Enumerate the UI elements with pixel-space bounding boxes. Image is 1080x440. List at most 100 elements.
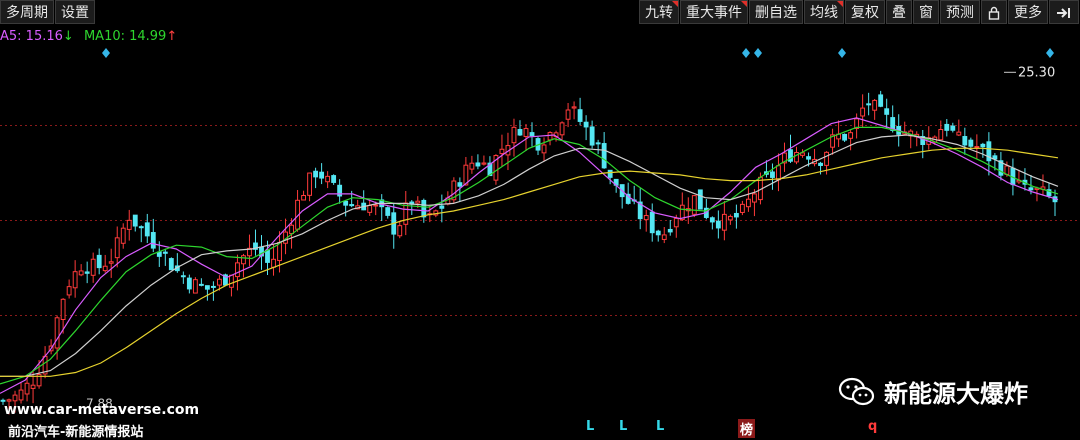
signal-l-3: L [656, 419, 665, 434]
candle-down [475, 162, 481, 167]
candle-up [499, 148, 505, 155]
candle-up [216, 278, 222, 286]
candle-down [733, 212, 739, 218]
candle-up [727, 215, 733, 221]
signal-l-2: L [619, 419, 628, 434]
candle-down [770, 171, 775, 178]
candle-down [577, 109, 583, 122]
candle-down [878, 94, 884, 107]
ma-legend: A5: 15.16↓ MA10: 14.99↑ [0, 29, 177, 44]
candle-up [956, 131, 962, 136]
window-button[interactable]: 窗 [913, 0, 939, 24]
candle-down [529, 132, 535, 137]
ma10-arrow-icon: ↑ [166, 29, 178, 44]
candle-down [866, 103, 872, 106]
candle-down [150, 232, 156, 249]
candle-up [974, 146, 980, 149]
toolbar-left: 多周期 设置 [0, 0, 96, 26]
candle-up [192, 279, 198, 294]
ma5-value: A5: 15.16 [0, 29, 63, 44]
adjust-price-button[interactable]: 复权 [845, 0, 885, 24]
candle-down [962, 136, 968, 146]
candle-down [715, 220, 721, 229]
candle-down [162, 251, 168, 254]
candle-up [78, 270, 84, 276]
candle-down [968, 139, 974, 147]
candle-down [210, 285, 216, 288]
candle-up [54, 317, 60, 349]
candle-up [60, 298, 66, 320]
candle-down [96, 254, 102, 269]
ma-line-3 [0, 147, 1059, 377]
candle-up [241, 255, 246, 265]
settings-button[interactable]: 设置 [55, 0, 95, 24]
moving-average-button[interactable]: 均线 [804, 0, 844, 24]
candle-down [1028, 187, 1034, 191]
candle-down [517, 129, 523, 136]
candle-up [325, 175, 331, 183]
candle-down [583, 121, 589, 128]
toolbar-right: 九转 重大事件 删自选 均线 复权 叠 窗 预测 更多 [639, 0, 1080, 26]
candle-down [349, 204, 355, 207]
watermark-url: www.car-metaverse.com [4, 402, 200, 418]
signal-diamond-icon-1 [742, 48, 750, 58]
candle-down [457, 182, 463, 187]
candle-down [655, 230, 661, 236]
lock-icon[interactable] [981, 0, 1007, 24]
candle-up [938, 129, 944, 141]
signal-diamond-icon-4 [1046, 48, 1054, 58]
multi-period-button[interactable]: 多周期 [0, 0, 54, 24]
candle-down [319, 171, 325, 179]
candle-up [673, 217, 679, 228]
candle-up [511, 126, 517, 144]
nine-turn-button[interactable]: 九转 [639, 0, 679, 24]
candle-up [1004, 165, 1010, 175]
candle-down [649, 211, 655, 234]
candle-up [6, 399, 12, 402]
candle-up [108, 261, 114, 264]
candle-down [343, 200, 349, 206]
candle-down [204, 285, 210, 290]
signal-diamond-icon-0 [102, 48, 110, 58]
exit-arrow-icon[interactable] [1049, 0, 1079, 24]
candle-down [884, 108, 890, 115]
wechat-watermark: 新能源大爆炸 [838, 374, 1028, 409]
candle-up [721, 213, 727, 231]
candle-up [90, 258, 96, 276]
candle-up [271, 258, 276, 268]
candle-up [547, 132, 553, 141]
candle-down [439, 205, 445, 209]
candle-down [709, 217, 715, 223]
candle-up [373, 204, 379, 207]
wechat-icon [838, 377, 875, 405]
candle-down [198, 283, 204, 286]
candle-up [102, 265, 108, 272]
more-button[interactable]: 更多 [1008, 0, 1048, 24]
candle-down [180, 275, 186, 278]
candle-up [72, 271, 78, 289]
high-price-label: 25.30 [1018, 65, 1055, 80]
candle-down [144, 222, 150, 237]
candle-down [842, 133, 848, 141]
candle-up [307, 172, 313, 196]
candle-down [589, 126, 595, 146]
signal-q: q [868, 419, 878, 434]
signal-diamond-icon-3 [838, 48, 846, 58]
candle-up [691, 195, 697, 215]
candle-up [541, 144, 547, 154]
remove-watchlist-button[interactable]: 删自选 [749, 0, 803, 24]
forecast-button[interactable]: 预测 [940, 0, 980, 24]
candle-down [132, 214, 138, 227]
ma5-arrow-icon: ↓ [62, 29, 74, 44]
candle-down [84, 271, 90, 274]
major-events-button[interactable]: 重大事件 [680, 0, 748, 24]
candle-down [667, 228, 673, 233]
candle-down [980, 143, 986, 148]
candle-down [944, 123, 950, 131]
candle-up [30, 384, 36, 389]
overlay-button[interactable]: 叠 [886, 0, 912, 24]
candle-down [421, 199, 427, 218]
wechat-name: 新能源大爆炸 [884, 380, 1028, 408]
candle-down [331, 175, 337, 183]
candle-up [523, 128, 529, 137]
